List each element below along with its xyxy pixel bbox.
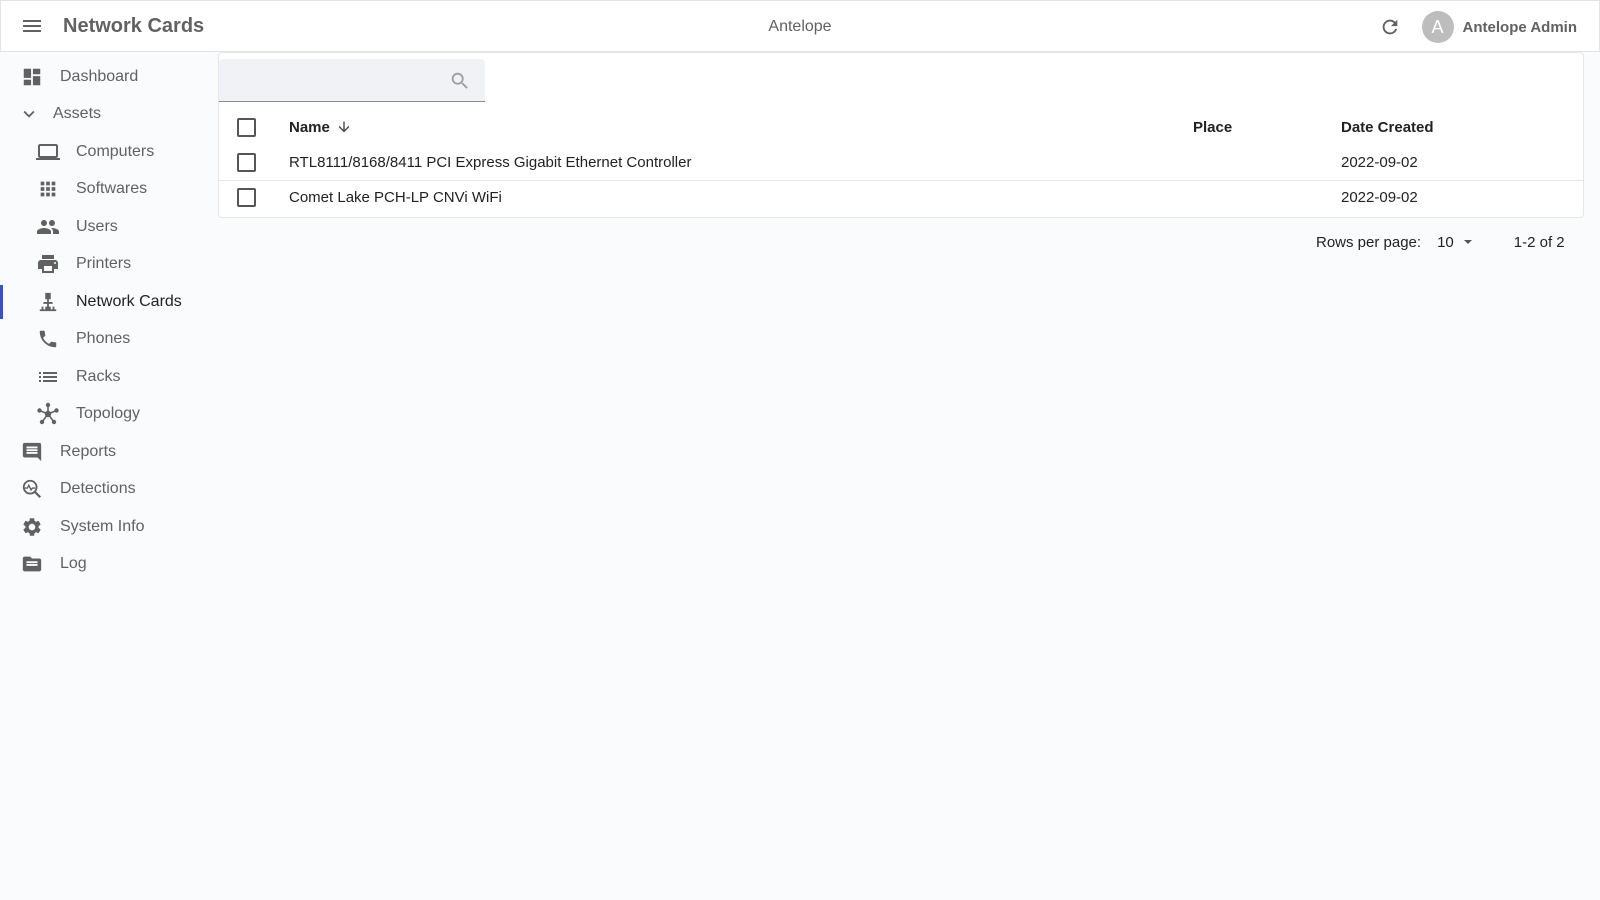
sidebar-item-label: Reports bbox=[60, 442, 117, 460]
sidebar-item-label: Users bbox=[76, 217, 118, 235]
list-icon bbox=[36, 365, 60, 389]
sidebar-item-reports[interactable]: Reports bbox=[0, 433, 212, 471]
sidebar-item-dashboard[interactable]: Dashboard bbox=[0, 58, 212, 96]
sidebar-item-label: Phones bbox=[76, 330, 131, 348]
refresh-icon bbox=[1382, 19, 1397, 35]
network-icon bbox=[36, 290, 60, 314]
sidebar-item-topology[interactable]: Topology bbox=[0, 396, 212, 434]
rows-per-page-label: Rows per page: bbox=[1316, 233, 1422, 251]
sidebar-item-label: Softwares bbox=[76, 180, 148, 198]
sidebar-item-label: Assets bbox=[53, 105, 102, 123]
table-row[interactable]: Comet Lake PCH-LP CNVi WiFi 2022-09-02 bbox=[219, 179, 1583, 215]
apps-grid-icon bbox=[36, 177, 60, 201]
pagination: Rows per page: 10 1-2 of 2 bbox=[1316, 230, 1565, 254]
cell-date-created: 2022-09-02 bbox=[1341, 188, 1418, 206]
user-menu-button[interactable]: A Antelope Admin bbox=[1421, 11, 1577, 43]
sidebar-item-label: Log bbox=[60, 555, 87, 573]
sidebar-item-racks[interactable]: Racks bbox=[0, 358, 212, 396]
sidebar-item-label: Computers bbox=[76, 142, 155, 160]
sidebar-item-phones[interactable]: Phones bbox=[0, 321, 212, 359]
phone-icon bbox=[36, 327, 60, 351]
sidebar-item-log[interactable]: Log bbox=[0, 546, 212, 584]
hub-icon bbox=[36, 402, 60, 426]
table-row[interactable]: RTL8111/8168/8411 PCI Express Gigabit Et… bbox=[219, 145, 1583, 180]
chevron-down-icon bbox=[17, 102, 41, 126]
sidebar-item-label: Printers bbox=[76, 255, 132, 273]
avatar: A bbox=[1421, 11, 1454, 43]
data-table: Name Place Date Created RTL8111/8168/841… bbox=[219, 109, 1583, 214]
app-name: Antelope bbox=[768, 18, 832, 35]
dashboard-icon bbox=[20, 65, 44, 89]
search-activity-icon bbox=[20, 477, 44, 501]
printer-icon bbox=[36, 252, 60, 276]
search-input[interactable] bbox=[219, 59, 449, 101]
column-header-label: Name bbox=[289, 118, 330, 136]
refresh-button[interactable] bbox=[1372, 9, 1408, 45]
sidebar-item-label: System Info bbox=[60, 517, 145, 535]
rows-per-page-select[interactable]: 10 bbox=[1437, 234, 1474, 251]
sidebar-item-label: Topology bbox=[76, 405, 141, 423]
column-header-place[interactable]: Place bbox=[1193, 119, 1341, 136]
arrow-down-icon bbox=[336, 119, 352, 135]
sidebar-item-users[interactable]: Users bbox=[0, 208, 212, 246]
column-header-date-created[interactable]: Date Created bbox=[1341, 119, 1541, 136]
sidebar-group-assets[interactable]: Assets bbox=[0, 96, 212, 134]
search-box bbox=[219, 59, 485, 102]
sidebar-item-label: Detections bbox=[60, 480, 136, 498]
page-title: Network Cards bbox=[63, 14, 205, 37]
pagination-range: 1-2 of 2 bbox=[1513, 233, 1565, 251]
hamburger-icon bbox=[23, 20, 41, 32]
cell-name: Comet Lake PCH-LP CNVi WiFi bbox=[289, 188, 502, 206]
rows-per-page-value: 10 bbox=[1437, 233, 1454, 251]
app-bar: Network Cards Antelope A Antelope Admin bbox=[0, 0, 1600, 52]
sidebar-item-computers[interactable]: Computers bbox=[0, 133, 212, 171]
dropdown-arrow-icon bbox=[1462, 236, 1474, 248]
sidebar-item-printers[interactable]: Printers bbox=[0, 246, 212, 284]
menu-button[interactable] bbox=[12, 6, 52, 46]
comment-icon bbox=[20, 440, 44, 464]
user-name: Antelope Admin bbox=[1462, 18, 1577, 36]
sidebar-item-detections[interactable]: Detections bbox=[0, 471, 212, 509]
row-checkbox[interactable] bbox=[237, 187, 256, 207]
laptop-icon bbox=[36, 140, 60, 164]
sidebar-item-softwares[interactable]: Softwares bbox=[0, 171, 212, 209]
network-cards-table-card: Name Place Date Created RTL8111/8168/841… bbox=[218, 52, 1584, 218]
select-all-checkbox[interactable] bbox=[237, 117, 256, 137]
people-icon bbox=[36, 215, 60, 239]
sidebar-item-label: Racks bbox=[76, 367, 121, 385]
row-checkbox[interactable] bbox=[237, 152, 256, 172]
sidebar-item-network-cards[interactable]: Network Cards bbox=[0, 283, 212, 321]
column-header-name[interactable]: Name bbox=[289, 119, 352, 136]
search-icon[interactable] bbox=[449, 70, 471, 92]
sidebar-item-system-info[interactable]: System Info bbox=[0, 508, 212, 546]
sidebar: Dashboard Assets Computers Softwares Use… bbox=[0, 58, 212, 583]
table-header-row: Name Place Date Created bbox=[219, 109, 1583, 145]
gear-icon bbox=[20, 515, 44, 539]
sidebar-item-label: Network Cards bbox=[76, 292, 182, 310]
cell-date-created: 2022-09-02 bbox=[1341, 153, 1418, 171]
folder-icon bbox=[20, 552, 44, 576]
sidebar-item-label: Dashboard bbox=[60, 67, 139, 85]
cell-name: RTL8111/8168/8411 PCI Express Gigabit Et… bbox=[289, 153, 692, 171]
